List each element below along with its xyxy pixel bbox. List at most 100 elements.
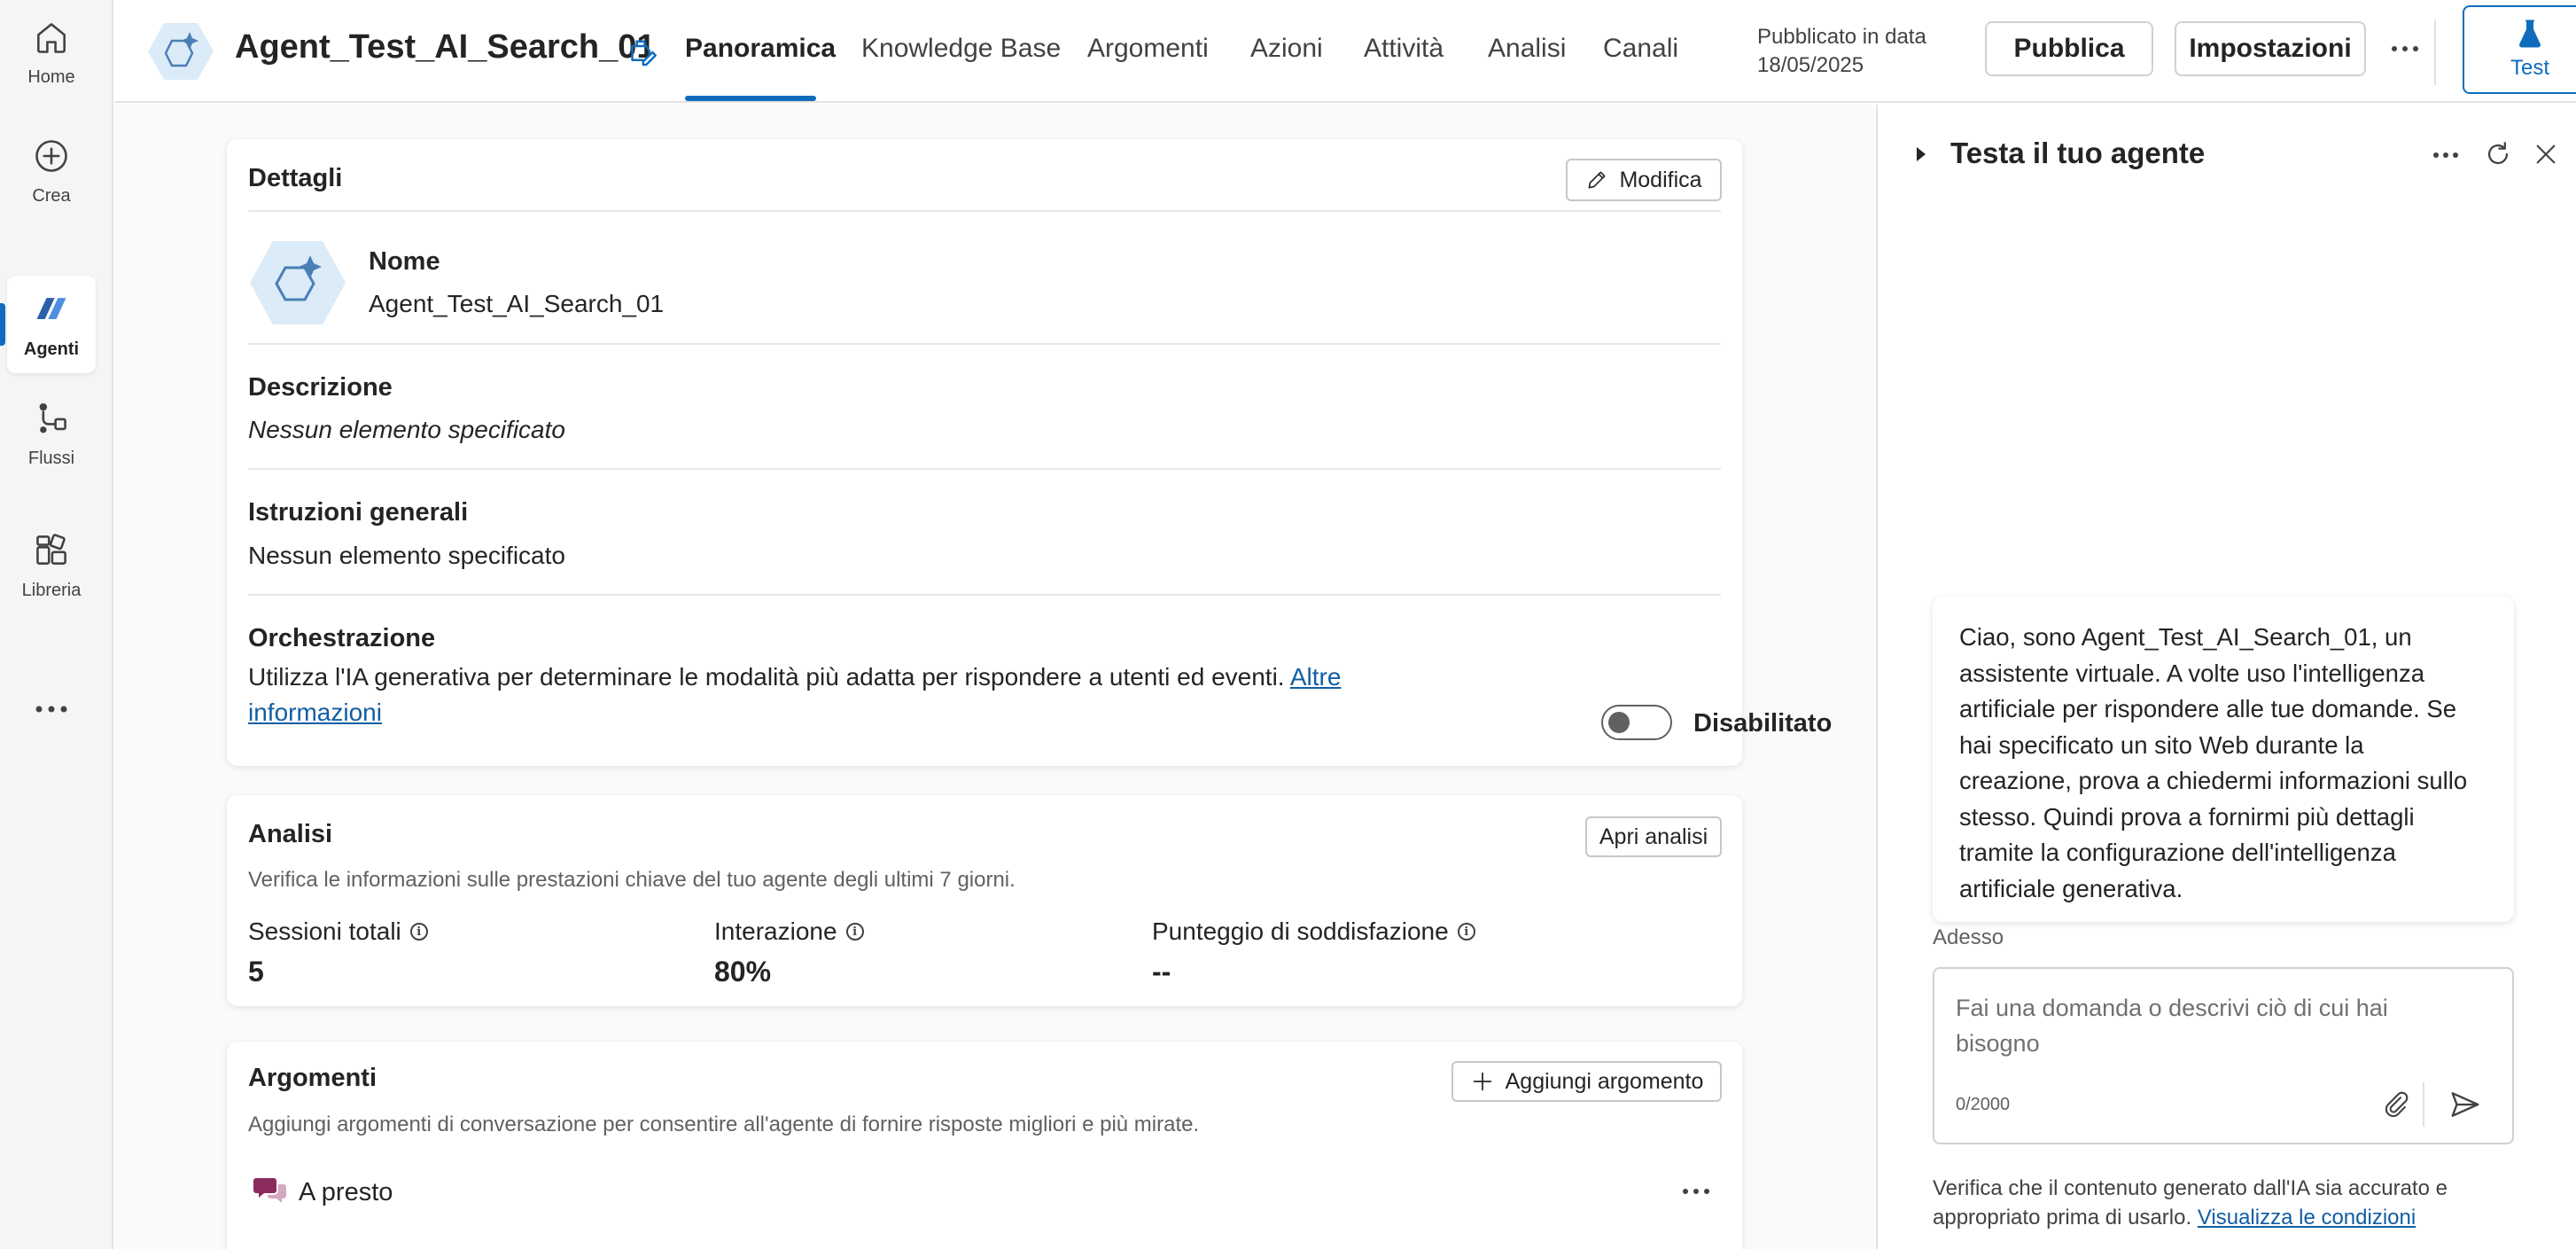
more-horizontal-icon (35, 706, 67, 713)
orchestration-description: Utilizza l'IA generativa per determinare… (248, 660, 1347, 730)
edit-details-label: Modifica (1619, 167, 1702, 192)
attach-icon[interactable] (2381, 1089, 2411, 1120)
message-line: artificiale generativa. (1959, 874, 2183, 902)
close-icon[interactable] (2532, 140, 2560, 168)
rail-item-flussi[interactable]: Flussi (7, 385, 96, 482)
add-topic-label: Aggiungi argomento (1505, 1068, 1704, 1094)
analytics-title: Analisi (248, 820, 333, 848)
more-horizontal-icon[interactable] (2432, 151, 2459, 160)
more-info-link[interactable]: Altre (1290, 663, 1342, 691)
tab-canali[interactable]: Canali (1603, 34, 1678, 64)
pencil-icon (1588, 171, 1606, 189)
add-topic-button[interactable]: Aggiungi argomento (1451, 1061, 1722, 1102)
home-icon (37, 22, 66, 53)
open-analytics-button[interactable]: Apri analisi (1585, 816, 1722, 857)
topics-title: Argomenti (248, 1064, 377, 1092)
divider (248, 343, 1721, 345)
tab-panoramica[interactable]: Panoramica (685, 34, 836, 64)
test-agent-panel: Testa il tuo agente Ciao, sono Agent_Tes… (1876, 105, 2576, 1249)
more-horizontal-icon (2392, 46, 2418, 51)
rail-label-home: Home (27, 66, 75, 87)
ai-disclaimer: Verifica che il contenuto generato dall'… (1933, 1174, 2535, 1232)
metric-label-text: Punteggio di soddisfazione (1152, 917, 1449, 945)
rail-item-home[interactable]: Home (7, 4, 96, 101)
rail-label-libreria: Libreria (21, 580, 82, 600)
divider (248, 594, 1721, 596)
test-button[interactable]: Test (2463, 5, 2576, 94)
more-horizontal-icon[interactable] (1682, 1187, 1710, 1196)
tab-attivita[interactable]: Attività (1364, 34, 1444, 64)
instructions-label: Istruzioni generali (248, 498, 469, 527)
more-info-link[interactable]: informazioni (248, 699, 382, 726)
header-more-button[interactable] (2391, 44, 2419, 53)
metric-value: 5 (248, 956, 264, 987)
metric-label: Sessioni totali i (248, 917, 428, 946)
topic-label: A presto (299, 1178, 393, 1206)
rail-item-agenti[interactable]: Agenti (7, 276, 96, 373)
header-divider (2434, 20, 2436, 85)
topic-list-item[interactable]: A presto (248, 1167, 1724, 1221)
tab-argomenti[interactable]: Argomenti (1087, 34, 1209, 64)
published-label: Pubblicato in data (1757, 25, 1926, 49)
chat-bubbles-icon (253, 1178, 286, 1203)
tab-azioni[interactable]: Azioni (1250, 34, 1323, 64)
message-timestamp: Adesso (1933, 925, 2004, 949)
chat-input-box[interactable]: Fai una domanda o descrivi ciò di cui ha… (1933, 967, 2514, 1144)
orchestration-state: Disabilitato (1693, 709, 1833, 738)
agent-avatar-icon (148, 23, 214, 80)
metric-value: 80% (714, 956, 772, 987)
message-line: Ciao, sono Agent_Test_AI_Search_01, un (1959, 623, 2412, 651)
metric-label-text: Sessioni totali (248, 917, 401, 945)
rail-label-agenti: Agenti (23, 339, 80, 359)
edit-details-button[interactable]: Modifica (1566, 159, 1722, 201)
message-line: tramite la configurazione dell'intellige… (1959, 839, 2396, 866)
orchestration-text: Utilizza l'IA generativa per determinare… (248, 663, 1285, 691)
flow-icon (39, 402, 66, 433)
name-value: Agent_Test_AI_Search_01 (369, 290, 665, 317)
rail-item-crea[interactable]: Crea (7, 122, 96, 220)
published-info: Pubblicato in data 18/05/2025 (1757, 23, 1926, 80)
main-content: Dettagli Modifica Nome Agent_Test_AI_Sea… (115, 105, 1874, 1249)
message-line: artificiale per rispondere alle tue doma… (1959, 695, 2457, 722)
topics-description: Aggiungi argomenti di conversazione per … (248, 1112, 1200, 1136)
tab-knowledge-base[interactable]: Knowledge Base (861, 34, 1061, 64)
plus-circle-icon (35, 139, 67, 172)
active-tab-indicator (685, 96, 816, 101)
topics-card: Argomenti Aggiungi argomento Aggiungi ar… (227, 1042, 1742, 1249)
terms-link[interactable]: Visualizza le condizioni (2198, 1206, 2416, 1229)
refresh-icon[interactable] (2483, 139, 2513, 169)
edit-agent-icon[interactable] (623, 34, 660, 71)
orchestration-toggle[interactable] (1601, 705, 1672, 740)
analytics-card: Analisi Apri analisi Verifica le informa… (227, 795, 1742, 1006)
publish-button[interactable]: Pubblica (1985, 21, 2153, 76)
send-icon[interactable] (2448, 1088, 2482, 1121)
info-icon[interactable]: i (1457, 923, 1475, 941)
rail-more-button[interactable] (7, 660, 96, 758)
description-label: Descrizione (248, 373, 393, 402)
rail-item-libreria[interactable]: Libreria (7, 517, 96, 614)
divider (248, 210, 1721, 212)
analytics-description: Verifica le informazioni sulle prestazio… (248, 868, 1016, 892)
tab-analisi[interactable]: Analisi (1488, 34, 1566, 64)
details-card: Dettagli Modifica Nome Agent_Test_AI_Sea… (227, 139, 1832, 766)
info-icon[interactable]: i (409, 923, 428, 941)
metric-label-text: Interazione (714, 917, 837, 945)
chat-input-placeholder[interactable]: Fai una domanda o descrivi ciò di cui ha… (1956, 990, 2452, 1061)
orchestration-label: Orchestrazione (248, 624, 436, 652)
char-counter: 0/2000 (1956, 1095, 2011, 1114)
metric-label: Interazione i (714, 917, 864, 946)
test-panel-title: Testa il tuo agente (1950, 137, 2206, 169)
agent-avatar-icon (250, 241, 346, 324)
settings-button[interactable]: Impostazioni (2175, 21, 2366, 76)
message-line: assistente virtuale. A volte uso l'intel… (1959, 659, 2424, 687)
rail-label-flussi: Flussi (27, 448, 75, 468)
left-rail: Home Crea Agenti Flussi Libreria (0, 0, 113, 1249)
message-line: stesso. Quindi prova a fornirmi più dett… (1959, 802, 2415, 831)
library-icon (36, 533, 66, 565)
collapse-caret-icon[interactable] (1917, 147, 1926, 161)
toggle-knob (1608, 712, 1630, 733)
details-title: Dettagli (248, 164, 343, 192)
message-line: hai specificato un sito Web durante la (1959, 730, 2364, 759)
flask-icon (2519, 20, 2541, 48)
info-icon[interactable]: i (845, 923, 864, 941)
